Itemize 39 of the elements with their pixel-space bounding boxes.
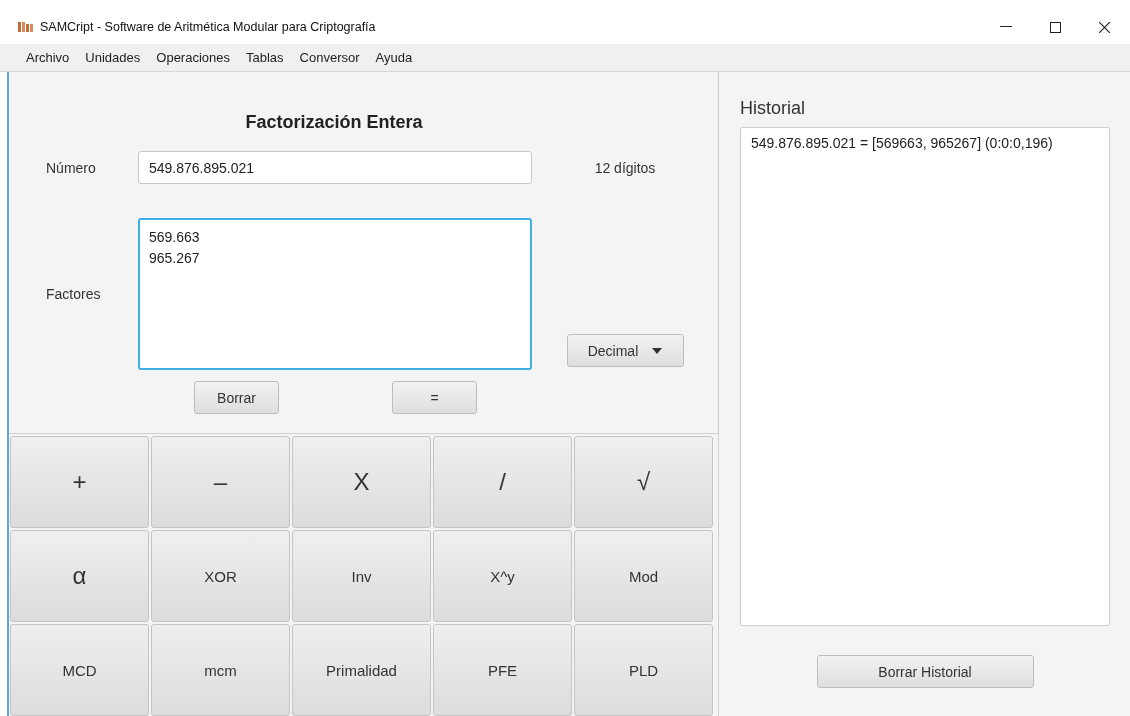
keypad-key[interactable]: Inv (292, 530, 431, 622)
clear-history-button[interactable]: Borrar Historial (816, 655, 1034, 688)
field-label: Factores (45, 285, 102, 302)
menu-item[interactable]: Ayuda (367, 50, 421, 65)
keypad-key[interactable]: Primalidad (292, 624, 431, 716)
window-title: SAMCript - Software de Aritmética Modular para Criptografía (40, 20, 377, 34)
keypad-key[interactable]: + (10, 436, 149, 528)
caret-icon (652, 347, 663, 354)
app-logo-icon (18, 21, 34, 33)
base-dropdown[interactable]: Decimal (566, 334, 684, 367)
keypad-key[interactable]: mcm (151, 624, 290, 716)
factors-field[interactable]: 569.663 965.267 (138, 218, 532, 370)
keypad-key[interactable]: X (292, 436, 431, 528)
keypad-key[interactable]: √ (574, 436, 713, 528)
menu-item[interactable]: Unidades (77, 50, 149, 65)
menu-item[interactable]: Tablas (238, 50, 292, 65)
menu-item[interactable]: Operaciones (148, 50, 238, 65)
equals-button[interactable]: = (392, 381, 477, 414)
section-heading: Factorización Entera (244, 112, 424, 134)
keypad-key[interactable]: / (433, 436, 572, 528)
keypad-key[interactable]: PFE (433, 624, 572, 716)
keypad-key[interactable]: XOR (151, 530, 290, 622)
keypad-key[interactable]: – (151, 436, 290, 528)
history-entry: 549.876.895.021 = [569663, 965267] (0:0:0,196) (751, 135, 1054, 151)
minimize-icon[interactable] (1000, 26, 1012, 28)
keypad-key[interactable]: X^y (433, 530, 572, 622)
keypad-key[interactable]: α (10, 530, 149, 622)
menu-item[interactable]: Conversor (291, 50, 368, 65)
close-icon[interactable] (1099, 21, 1110, 33)
maximize-icon[interactable] (1050, 21, 1061, 33)
keypad-key[interactable]: PLD (574, 624, 713, 716)
clear-button[interactable]: Borrar (194, 381, 279, 414)
field-label: Número (45, 160, 97, 176)
number-field[interactable]: 549.876.895.021 (138, 151, 532, 184)
menu-item[interactable]: Archivo (18, 50, 78, 65)
keypad-key[interactable]: MCD (10, 624, 149, 716)
history-heading: Historial (740, 98, 806, 120)
digit-count: 12 dígitos (593, 160, 657, 176)
keypad-key[interactable]: Mod (574, 530, 713, 622)
